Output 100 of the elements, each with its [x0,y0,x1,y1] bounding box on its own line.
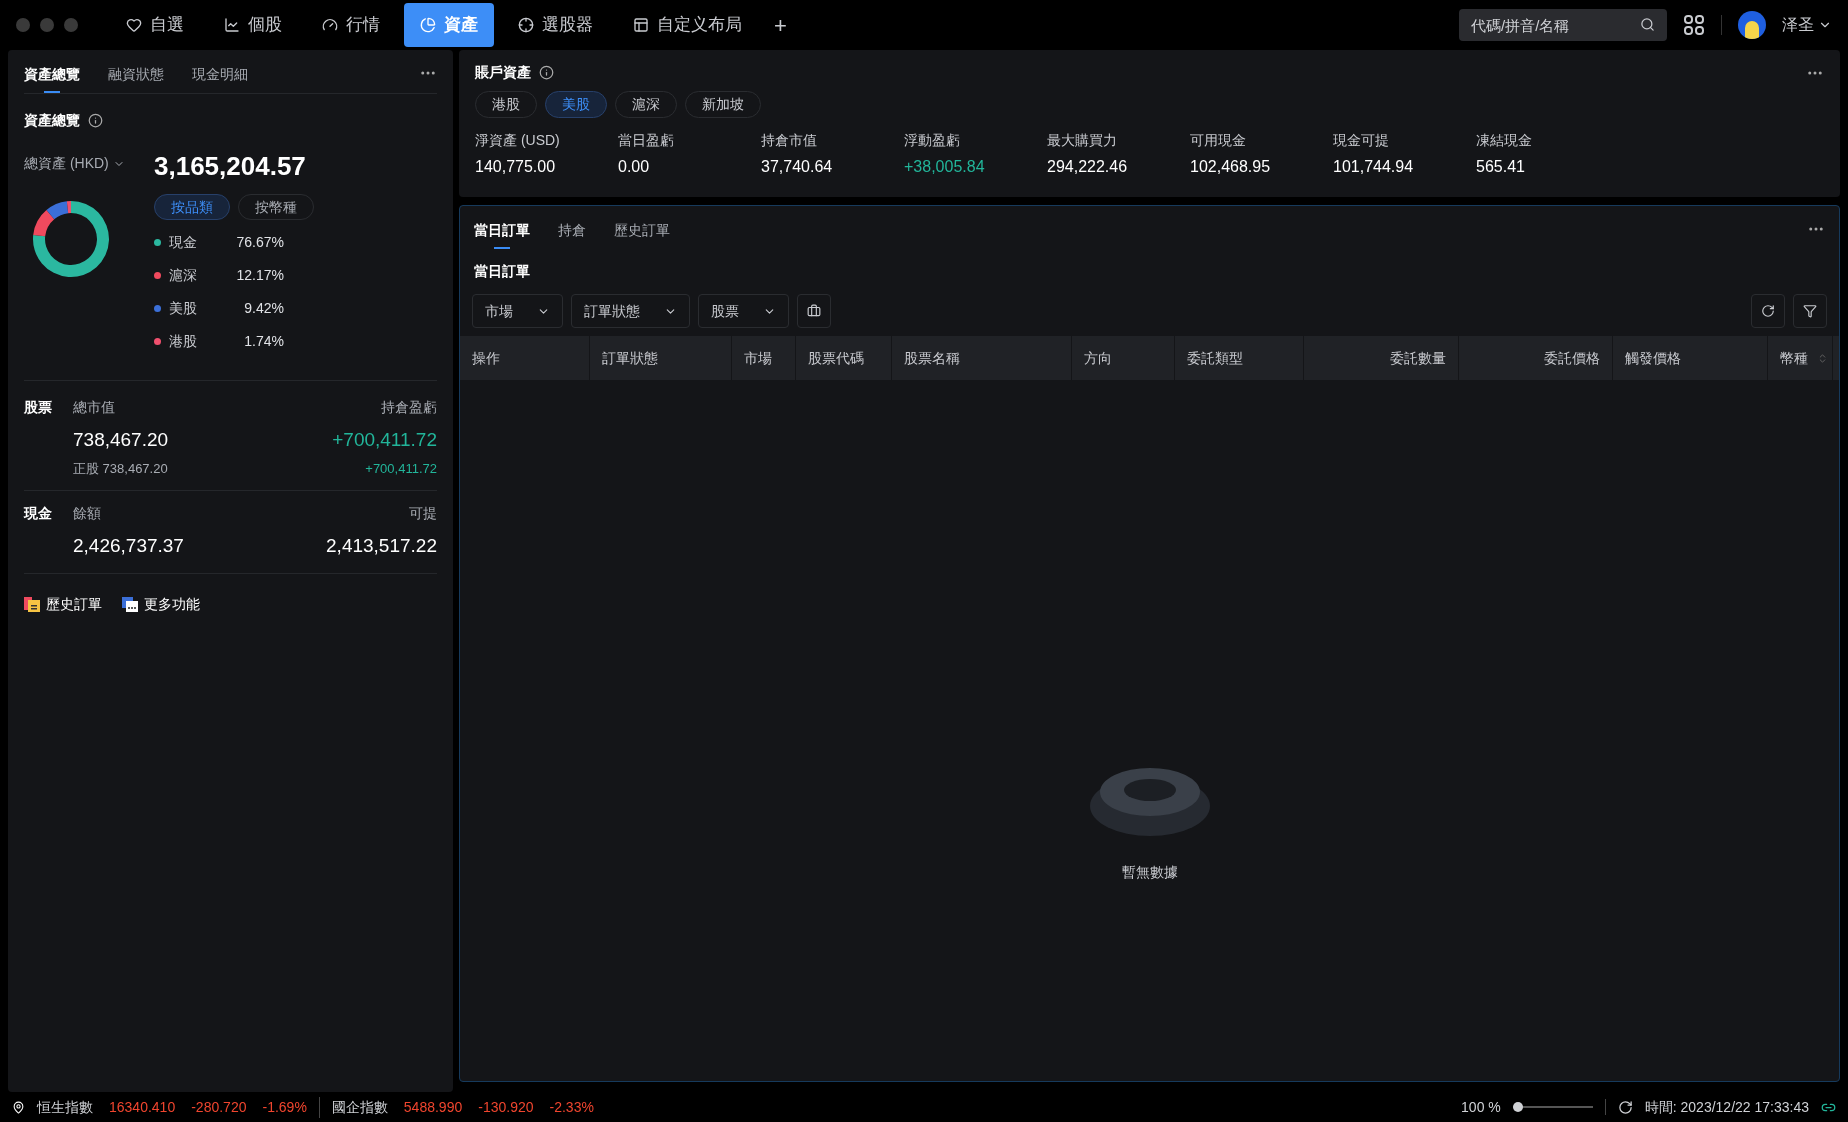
total-assets-value: 3,165,204.57 [154,150,307,183]
metric-label: 淨資產 (USD) [475,131,561,150]
column-header: 觸發價格 [1613,336,1768,380]
user-menu[interactable]: 泽圣 [1782,13,1832,37]
index-percent: -2.33% [549,1097,594,1117]
balance-value: 2,426,737.37 [73,534,184,558]
withdrawable-label: 可提 [409,504,437,523]
currency-dropdown[interactable]: 總資產 (HKD) [24,153,125,174]
metric-label: 最大購買力 [1047,131,1118,150]
sub-market-value: 正股 738,467.20 [73,459,168,478]
column-header: 股票名稱 [892,336,1072,380]
legend-value: 9.42% [243,299,284,318]
filter-dropdown[interactable]: 股票 [698,294,789,328]
clock-text: 時間: 2023/12/22 17:33:43 [1644,1097,1809,1117]
index-price: 5488.990 [403,1097,463,1117]
metric-value: 140,775.00 [475,157,557,177]
metric-label: 現金可提 [1333,131,1390,150]
empty-state-text: 暫無數據 [1121,863,1178,882]
refresh-button[interactable] [1751,294,1785,328]
panel-tab[interactable]: 持倉 [558,220,586,249]
column-header: 委託類型 [1175,336,1304,380]
sub-position-pl: +700,411.72 [365,459,437,478]
index-change: -280.720 [191,1097,247,1117]
filter-button[interactable] [1793,294,1827,328]
shortcut-link[interactable]: 更多功能 [122,593,200,615]
metric-value: 37,740.64 [761,157,834,177]
document-icon [24,596,40,612]
index-name[interactable]: 恒生指數 [37,1096,93,1118]
crosshair-icon [518,17,534,33]
info-icon[interactable] [539,65,554,80]
index-price: 16340.410 [109,1097,176,1117]
index-percent: -1.69% [262,1097,307,1117]
panel-tab[interactable]: 資產總覽 [24,64,80,93]
nav-tab[interactable]: 個股 [208,3,298,47]
zoom-slider[interactable] [1512,1102,1593,1112]
grid-icon[interactable] [1683,14,1705,36]
column-header: 操作 [460,336,590,380]
column-header: 股票代碼 [796,336,892,380]
column-header: 幣種 [1768,336,1833,380]
legend-label: 美股 [169,299,198,318]
shortcut-link[interactable]: 歷史訂單 [24,593,102,615]
column-header: 委託數量 [1304,336,1459,380]
market-value: 738,467.20 [73,428,169,452]
legend-label: 滬深 [169,266,198,285]
toggle-chip[interactable]: 按品類 [154,194,230,220]
legend-value: 76.67% [235,233,284,252]
search-icon [1640,17,1655,32]
panel-tab[interactable]: 融資狀態 [108,64,164,93]
column-header: 委託價格 [1459,336,1613,380]
metric-value: 294,222.46 [1047,157,1129,177]
pin-icon[interactable] [12,1100,25,1114]
metric-value: 0.00 [618,157,651,177]
avatar[interactable] [1738,11,1766,39]
panel-tab[interactable]: 歷史訂單 [614,220,670,249]
metric-value: 565.41 [1476,157,1526,177]
panel-tab[interactable]: 當日訂單 [474,220,530,249]
refresh-icon [1761,304,1775,318]
panel-tab[interactable]: 現金明細 [192,64,248,93]
legend-label: 現金 [169,233,198,252]
legend-label: 港股 [169,332,198,351]
legend-value: 1.74% [243,332,284,351]
metric-value: +38,005.84 [904,157,986,177]
filter-icon [1803,304,1817,318]
nav-tab[interactable]: 自選 [110,3,200,47]
metric-value: 101,744.94 [1333,157,1415,177]
index-change: -130.920 [478,1097,534,1117]
market-value-label: 總市值 [73,398,115,417]
basket-button[interactable] [797,294,831,328]
market-chip[interactable]: 美股 [545,91,607,118]
section-title: 資產總覽 [24,111,80,130]
basket-icon [807,304,821,318]
filter-dropdown[interactable]: 訂單狀態 [571,294,690,328]
column-header: 市場 [732,336,796,380]
metric-label: 當日盈虧 [618,131,675,150]
position-pl: +700,411.72 [332,428,437,452]
search-field[interactable]: 代碼/拼音/名稱 [1459,9,1667,41]
nav-tab[interactable]: 選股器 [502,3,609,47]
section-title: 當日訂單 [473,262,531,281]
zoom-label: 100 % [1461,1097,1501,1117]
nav-tab[interactable]: 自定义布局 [617,3,758,47]
index-name[interactable]: 國企指數 [331,1096,388,1118]
column-header: 方向 [1072,336,1175,380]
stocks-label: 股票 [24,398,53,417]
metric-label: 持倉市值 [761,131,818,150]
withdrawable-value: 2,413,517.22 [326,534,437,558]
refresh-icon[interactable] [1617,1099,1633,1115]
add-tab-button[interactable]: + [766,8,795,42]
layout-icon [633,17,649,33]
line-chart-icon [224,17,240,33]
metric-label: 可用現金 [1190,131,1247,150]
nav-tab[interactable]: 行情 [306,3,396,47]
legend-value: 12.17% [235,266,284,285]
filter-dropdown[interactable]: 市場 [472,294,563,328]
heart-icon [126,17,142,33]
gauge-icon [322,17,338,33]
column-header: 訂單狀態 [590,336,732,380]
balance-label: 餘額 [73,504,101,523]
info-icon[interactable] [88,113,103,128]
position-pl-label: 持倉盈虧 [381,398,437,417]
metric-label: 浮動盈虧 [904,131,961,150]
